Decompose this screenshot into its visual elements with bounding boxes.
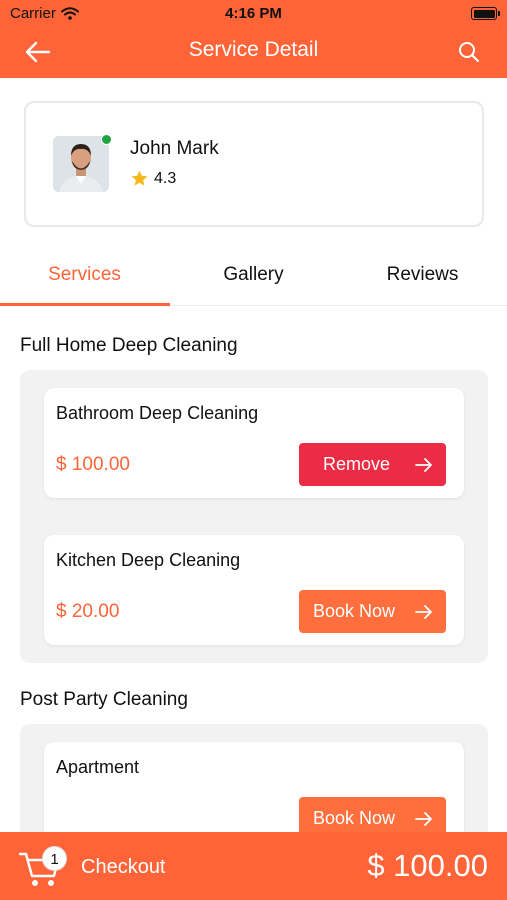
book-now-button[interactable]: Book Now — [299, 590, 446, 633]
search-icon[interactable] — [457, 40, 481, 64]
avatar — [53, 136, 109, 192]
book-now-button-label: Book Now — [313, 808, 396, 828]
tab-reviews[interactable]: Reviews — [338, 264, 507, 286]
book-now-button-label: Book Now — [313, 601, 396, 621]
arrow-right-icon — [415, 812, 432, 826]
arrow-right-icon — [415, 458, 432, 472]
checkout-bar[interactable]: 1 Checkout $ 100.00 — [0, 832, 507, 900]
service-card: Bathroom Deep Cleaning $ 100.00 Remove — [44, 388, 464, 498]
section-title: Post Party Cleaning — [20, 689, 188, 710]
online-status-dot — [101, 134, 112, 145]
active-tab-indicator — [0, 303, 170, 306]
section-title: Full Home Deep Cleaning — [20, 335, 238, 356]
provider-photo — [53, 136, 109, 192]
provider-card[interactable]: John Mark 4.3 — [24, 101, 484, 227]
service-group: Apartment Book Now — [20, 724, 488, 852]
arrow-right-icon — [415, 605, 432, 619]
app-header: Carrier 4:16 PM Service Detail — [0, 0, 507, 78]
tab-gallery[interactable]: Gallery — [169, 264, 338, 286]
star-icon — [131, 170, 148, 186]
remove-button[interactable]: Remove — [299, 443, 446, 486]
service-name: Apartment — [56, 757, 140, 777]
status-time: 4:16 PM — [225, 5, 282, 22]
provider-name: John Mark — [130, 138, 219, 159]
tab-services[interactable]: Services — [0, 264, 169, 286]
service-price: $ 20.00 — [56, 601, 120, 622]
status-bar: Carrier 4:16 PM — [0, 0, 507, 28]
checkout-total: $ 100.00 — [367, 848, 488, 883]
service-group: Bathroom Deep Cleaning $ 100.00 Remove K… — [20, 370, 488, 663]
service-price: $ 100.00 — [56, 454, 130, 475]
cart-count-badge: 1 — [42, 846, 67, 871]
battery-icon — [471, 7, 500, 20]
provider-rating: 4.3 — [130, 169, 176, 188]
checkout-label[interactable]: Checkout — [81, 856, 166, 879]
service-name: Kitchen Deep Cleaning — [56, 550, 241, 570]
service-card: Kitchen Deep Cleaning $ 20.00 Book Now — [44, 535, 464, 645]
remove-button-label: Remove — [323, 454, 391, 474]
service-name: Bathroom Deep Cleaning — [56, 403, 259, 423]
tab-bar: Services Gallery Reviews — [0, 248, 507, 306]
rating-value: 4.3 — [154, 169, 177, 187]
page-title: Service Detail — [188, 38, 319, 61]
